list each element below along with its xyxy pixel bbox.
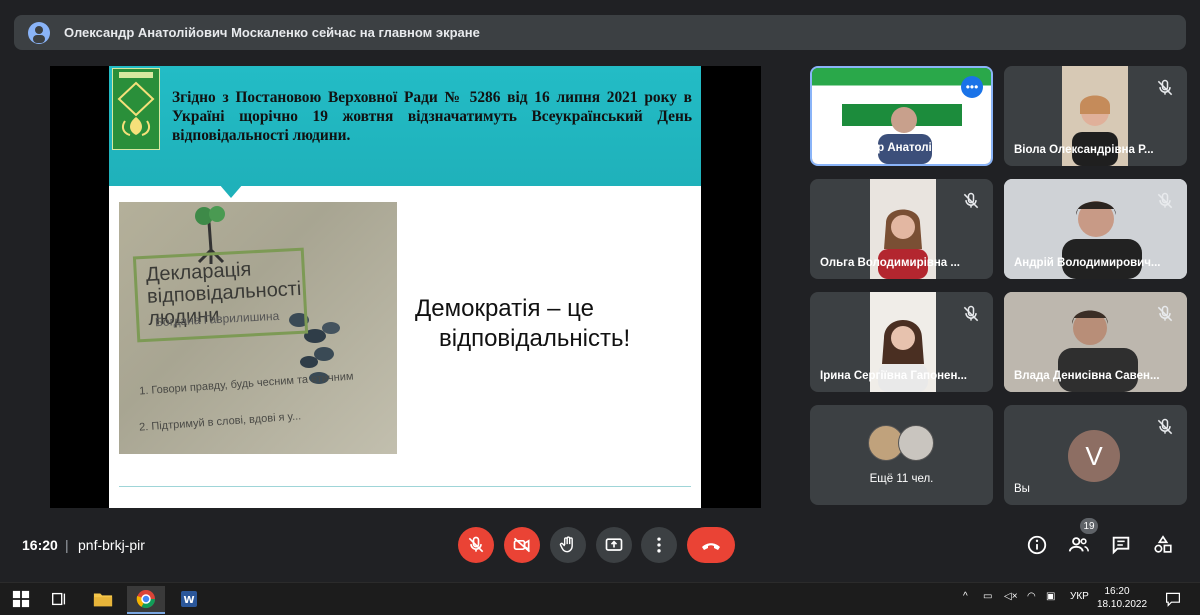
meeting-info-button[interactable] [1024,532,1050,558]
participant-name: Ірина Сергіївна Гапонен... [820,370,967,382]
mic-off-icon [1157,305,1173,322]
battery-icon[interactable]: ▭ [983,591,992,602]
start-button[interactable] [2,586,40,612]
word-icon: W [181,591,197,607]
participant-tile[interactable]: Ольга Володимирівна ... [810,179,993,279]
meeting-code: pnf-brkj-pir [78,537,145,553]
present-icon [605,538,623,551]
participant-name: Віола Олександрівна Р... [1014,144,1154,156]
hand-icon [559,536,573,553]
more-participants-tile[interactable]: Ещё 11 чел. [810,405,993,505]
more-vert-icon [657,537,661,553]
participant-tile[interactable]: Влада Денисівна Савен... [1004,292,1187,392]
mic-toggle-button[interactable] [458,527,494,563]
windows-logo-icon [12,590,30,608]
mic-off-icon [1157,192,1173,209]
more-participants-label: Ещё 11 чел. [869,473,934,485]
mic-off-icon [468,536,484,553]
participant-tile[interactable]: Андрій Володимирович... [1004,179,1187,279]
separator: | [65,537,69,553]
network-icon[interactable]: ◠ [1027,591,1036,602]
activities-button[interactable] [1150,532,1176,558]
clock-date: 18.10.2022 [1097,599,1148,610]
chrome-icon [136,590,155,609]
folder-icon [93,593,113,607]
notifications-icon [1166,592,1180,607]
leave-call-button[interactable] [687,527,735,563]
svg-text:W: W [183,595,194,606]
chrome-button[interactable] [127,586,165,614]
info-icon [1027,535,1047,555]
participant-avatars [868,425,938,461]
chat-button[interactable] [1108,532,1134,558]
tray-app-icon[interactable]: ▣ [1046,591,1055,602]
mic-off-icon [963,192,979,209]
self-avatar: V [1068,430,1120,482]
camera-toggle-button[interactable] [504,527,540,563]
meeting-time: 16:20 [22,537,58,553]
present-screen-button[interactable] [596,527,632,563]
hang-up-icon [702,543,720,550]
presentation-slide: Згідно з Постановою Верховної Ради № 528… [109,66,701,508]
meeting-control-bar: 16:20 | pnf-brkj-pir 19 [0,518,1200,574]
participant-tile[interactable]: ••• Олександр Анатолійов... [810,66,993,166]
clock-time: 16:20 [1104,586,1130,597]
participant-tile[interactable]: Віола Олександрівна Р... [1004,66,1187,166]
word-button[interactable]: W [170,586,208,612]
show-hidden-icons[interactable]: ^ [963,591,968,602]
self-label: Вы [1014,483,1030,495]
volume-icon[interactable]: ◁× [1004,591,1018,602]
participant-name: Влада Денисівна Савен... [1014,370,1160,382]
presenting-text: Олександр Анатолійович Москаленко сейчас… [64,25,480,40]
activities-icon [1154,535,1172,553]
language-indicator[interactable]: УКР [1070,591,1089,602]
more-options-icon[interactable]: ••• [961,76,983,98]
people-icon [1068,537,1089,552]
camera-off-icon [513,537,531,553]
mic-off-icon [1157,418,1173,435]
participant-name: Олександр Анатолійов... [822,142,963,154]
quote-line-2: відповідальність! [439,325,631,352]
presenting-banner: Олександр Анатолійович Москаленко сейчас… [14,15,1186,50]
task-view-icon [52,592,66,606]
slide-divider [119,486,691,487]
raise-hand-button[interactable] [550,527,586,563]
declaration-photo: Декларація відповідальності людини Богда… [119,202,397,454]
windows-taskbar: W ^ ▭ ◁× ◠ ▣ УКР 16:20 18.10.2022 [0,582,1200,615]
notifications-button[interactable] [1158,586,1188,612]
file-explorer-button[interactable] [84,586,122,612]
participant-name: Ольга Володимирівна ... [820,257,960,269]
slide-quote: Демократія – це відповідальність! [415,294,675,354]
participants-button[interactable] [1066,532,1092,558]
participant-name: Андрій Володимирович... [1014,257,1161,269]
slide-title: Згідно з Постановою Верховної Ради № 528… [172,89,692,144]
task-view-button[interactable] [40,586,78,612]
more-options-button[interactable] [641,527,677,563]
participants-count-badge: 19 [1080,518,1098,534]
mic-off-icon [1157,79,1173,96]
system-clock[interactable]: 16:20 18.10.2022 [1097,585,1148,611]
chat-icon [1112,536,1130,555]
quote-line-1: Демократія – це [415,295,594,322]
university-logo-icon [112,68,160,150]
participant-tile[interactable]: Ірина Сергіївна Гапонен... [810,292,993,392]
presenter-avatar [28,21,50,44]
self-tile[interactable]: V Вы [1004,405,1187,505]
mic-off-icon [963,305,979,322]
